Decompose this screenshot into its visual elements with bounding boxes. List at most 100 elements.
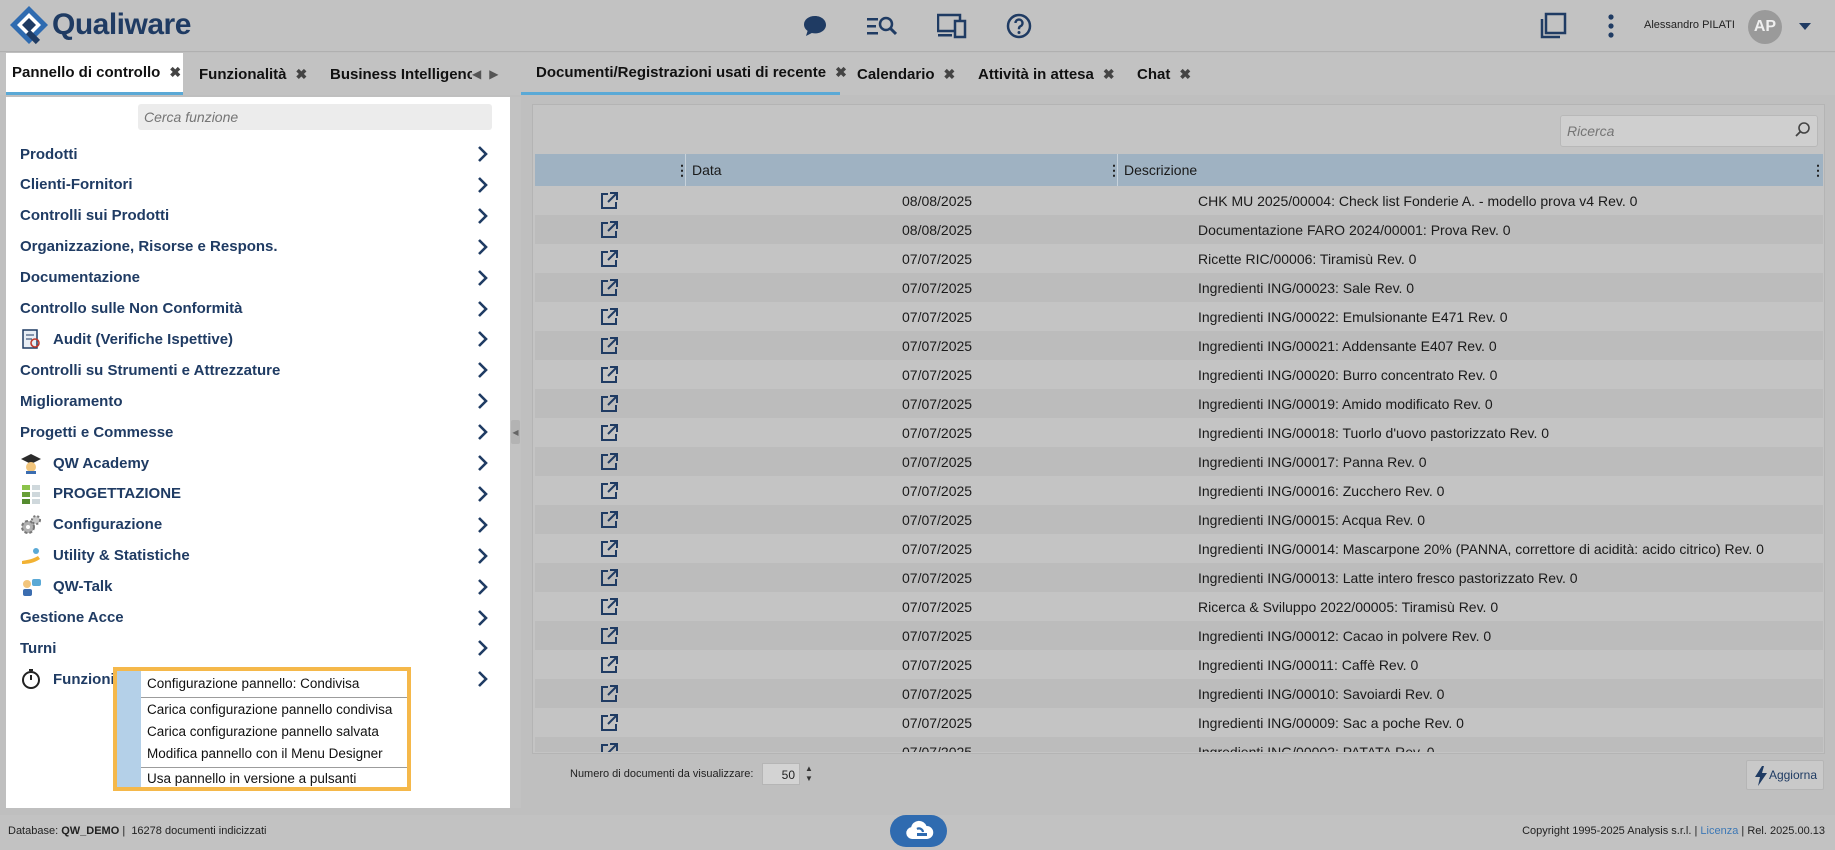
panel-item-organizzazione-risorse-e-respons[interactable]: Organizzazione, Risorse e Respons.: [6, 232, 510, 262]
open-external-icon[interactable]: [599, 423, 619, 443]
table-row[interactable]: 07/07/2025 Ricette RIC/00006: Tiramisù Re…: [535, 244, 1823, 273]
tab-funzionalita[interactable]: Funzionalità ✖: [199, 53, 307, 95]
table-row[interactable]: 08/08/2025 CHK MU 2025/00004: Check list …: [535, 186, 1823, 215]
cloud-chat-button[interactable]: [890, 815, 947, 847]
panel-item-qw-academy[interactable]: QW Academy: [6, 448, 510, 478]
search-list-icon[interactable]: [866, 10, 898, 42]
license-link[interactable]: Licenza: [1700, 825, 1738, 837]
open-external-icon[interactable]: [599, 394, 619, 414]
refresh-button[interactable]: Aggiorna: [1746, 760, 1824, 790]
chevron-right-icon[interactable]: [472, 206, 492, 226]
panel-item-clienti-fornitori[interactable]: Clienti-Fornitori: [6, 170, 510, 200]
table-row[interactable]: 07/07/2025 Ingredienti ING/00009: Sac a p…: [535, 708, 1823, 737]
chevron-right-icon[interactable]: [472, 329, 492, 349]
table-row[interactable]: 07/07/2025 Ingredienti ING/00017: Panna R…: [535, 447, 1823, 476]
chevron-right-icon[interactable]: [472, 669, 492, 689]
table-row[interactable]: 07/07/2025 Ingredienti ING/00011: Caffè R…: [535, 650, 1823, 679]
increment-icon[interactable]: ▲: [805, 764, 813, 774]
panel-item-gestione-acce[interactable]: Gestione Acce: [6, 603, 510, 633]
doc-count-stepper[interactable]: ▲ ▼: [802, 763, 816, 785]
open-external-icon[interactable]: [599, 249, 619, 269]
open-external-icon[interactable]: [599, 510, 619, 530]
chevron-right-icon[interactable]: [472, 608, 492, 628]
open-external-icon[interactable]: [599, 568, 619, 588]
panel-item-miglioramento[interactable]: Miglioramento: [6, 386, 510, 416]
open-external-icon[interactable]: [599, 278, 619, 298]
table-row[interactable]: 07/07/2025 Ingredienti ING/00014: Mascarp…: [535, 534, 1823, 563]
panel-item-audit-verifiche-ispettive[interactable]: Audit (Verifiche Ispettive): [6, 324, 510, 354]
tab-pannello-di-controllo[interactable]: Pannello di controllo ✖: [6, 53, 183, 95]
tab-business-intelligence[interactable]: Business Intelligence: [330, 53, 472, 95]
menu-item-load-shared[interactable]: Carica configurazione pannello condivisa: [141, 699, 407, 721]
table-row[interactable]: 07/07/2025 Ingredienti ING/00002: PATATA …: [535, 737, 1823, 752]
chat-icon[interactable]: [799, 10, 831, 42]
open-external-icon[interactable]: [599, 336, 619, 356]
close-icon[interactable]: ✖: [169, 64, 181, 81]
column-menu-icon[interactable]: ⋮: [1811, 162, 1825, 179]
chevron-right-icon[interactable]: [472, 391, 492, 411]
tab-chat[interactable]: Chat ✖: [1137, 53, 1191, 95]
panel-item-prodotti[interactable]: Prodotti: [6, 139, 510, 169]
devices-icon[interactable]: [936, 10, 968, 42]
menu-item-menu-designer[interactable]: Modifica pannello con il Menu Designer: [141, 743, 407, 765]
open-external-icon[interactable]: [599, 742, 619, 752]
table-row[interactable]: 07/07/2025 Ingredienti ING/00010: Savoiar…: [535, 679, 1823, 708]
chevron-right-icon[interactable]: [472, 299, 492, 319]
panel-splitter[interactable]: [510, 97, 521, 808]
panel-item-documentazione[interactable]: Documentazione: [6, 263, 510, 293]
panel-item-progetti-e-commesse[interactable]: Progetti e Commesse: [6, 417, 510, 447]
panel-item-configurazione[interactable]: Configurazione: [6, 510, 510, 540]
open-external-icon[interactable]: [599, 713, 619, 733]
open-external-icon[interactable]: [599, 539, 619, 559]
close-icon[interactable]: ✖: [1103, 66, 1115, 83]
tab-documenti-recenti[interactable]: Documenti/Registrazioni usati di recente…: [521, 53, 847, 95]
open-external-icon[interactable]: [599, 626, 619, 646]
table-row[interactable]: 07/07/2025 Ingredienti ING/00021: Addensa…: [535, 331, 1823, 360]
open-external-icon[interactable]: [599, 307, 619, 327]
search-icon[interactable]: [1794, 121, 1812, 139]
function-search-input[interactable]: [138, 104, 492, 130]
panel-item-qw-talk[interactable]: QW-Talk: [6, 572, 510, 602]
chevron-right-icon[interactable]: [472, 175, 492, 195]
col-header-descrizione[interactable]: Descrizione ⋮: [1118, 154, 1825, 186]
table-row[interactable]: 07/07/2025 Ingredienti ING/00012: Cacao i…: [535, 621, 1823, 650]
app-logo[interactable]: Qualiware: [8, 4, 191, 46]
col-header-open[interactable]: ⋮: [535, 154, 689, 186]
panel-item-controlli-sui-prodotti[interactable]: Controlli sui Prodotti: [6, 201, 510, 231]
open-external-icon[interactable]: [599, 191, 619, 211]
col-header-data[interactable]: Data ⋮: [686, 154, 1121, 186]
close-icon[interactable]: ✖: [1179, 66, 1191, 83]
table-row[interactable]: 07/07/2025 Ingredienti ING/00013: Latte i…: [535, 563, 1823, 592]
open-external-icon[interactable]: [599, 597, 619, 617]
menu-item-load-saved[interactable]: Carica configurazione pannello salvata: [141, 721, 407, 743]
table-row[interactable]: 07/07/2025 Ricerca & Sviluppo 2022/00005:…: [535, 592, 1823, 621]
chevron-right-icon[interactable]: [472, 268, 492, 288]
more-vertical-icon[interactable]: [1595, 10, 1627, 42]
user-name[interactable]: Alessandro PILATI: [1644, 19, 1735, 31]
panel-item-progettazione[interactable]: PROGETTAZIONE: [6, 479, 510, 509]
panel-item-controllo-sulle-non-conformit[interactable]: Controllo sulle Non Conformità: [6, 294, 510, 324]
decrement-icon[interactable]: ▼: [805, 774, 813, 784]
collapse-handle-icon[interactable]: ◀: [511, 420, 520, 444]
table-row[interactable]: 07/07/2025 Ingredienti ING/00020: Burro c…: [535, 360, 1823, 389]
open-external-icon[interactable]: [599, 365, 619, 385]
doc-count-input[interactable]: 50: [762, 763, 800, 785]
chevron-right-icon[interactable]: [472, 638, 492, 658]
tab-attivita-in-attesa[interactable]: Attività in attesa ✖: [978, 53, 1115, 95]
menu-item-button-version[interactable]: Usa pannello in versione a pulsanti: [141, 768, 407, 790]
chevron-right-icon[interactable]: [472, 144, 492, 164]
chevron-right-icon[interactable]: [472, 237, 492, 257]
open-external-icon[interactable]: [599, 655, 619, 675]
table-row[interactable]: 07/07/2025 Ingredienti ING/00022: Emulsio…: [535, 302, 1823, 331]
chevron-right-icon[interactable]: [472, 484, 492, 504]
table-row[interactable]: 07/07/2025 Ingredienti ING/00019: Amido m…: [535, 389, 1823, 418]
table-row[interactable]: 07/07/2025 Ingredienti ING/00015: Acqua R…: [535, 505, 1823, 534]
panel-item-utility-statistiche[interactable]: Utility & Statistiche: [6, 541, 510, 571]
chevron-right-icon[interactable]: [472, 515, 492, 535]
chevron-right-icon[interactable]: [472, 546, 492, 566]
help-icon[interactable]: [1003, 10, 1035, 42]
panel-item-turni[interactable]: Turni: [6, 633, 510, 663]
close-icon[interactable]: ✖: [296, 66, 308, 83]
panel-item-controlli-su-strumenti-e-attrezzature[interactable]: Controlli su Strumenti e Attrezzature: [6, 355, 510, 385]
open-external-icon[interactable]: [599, 684, 619, 704]
